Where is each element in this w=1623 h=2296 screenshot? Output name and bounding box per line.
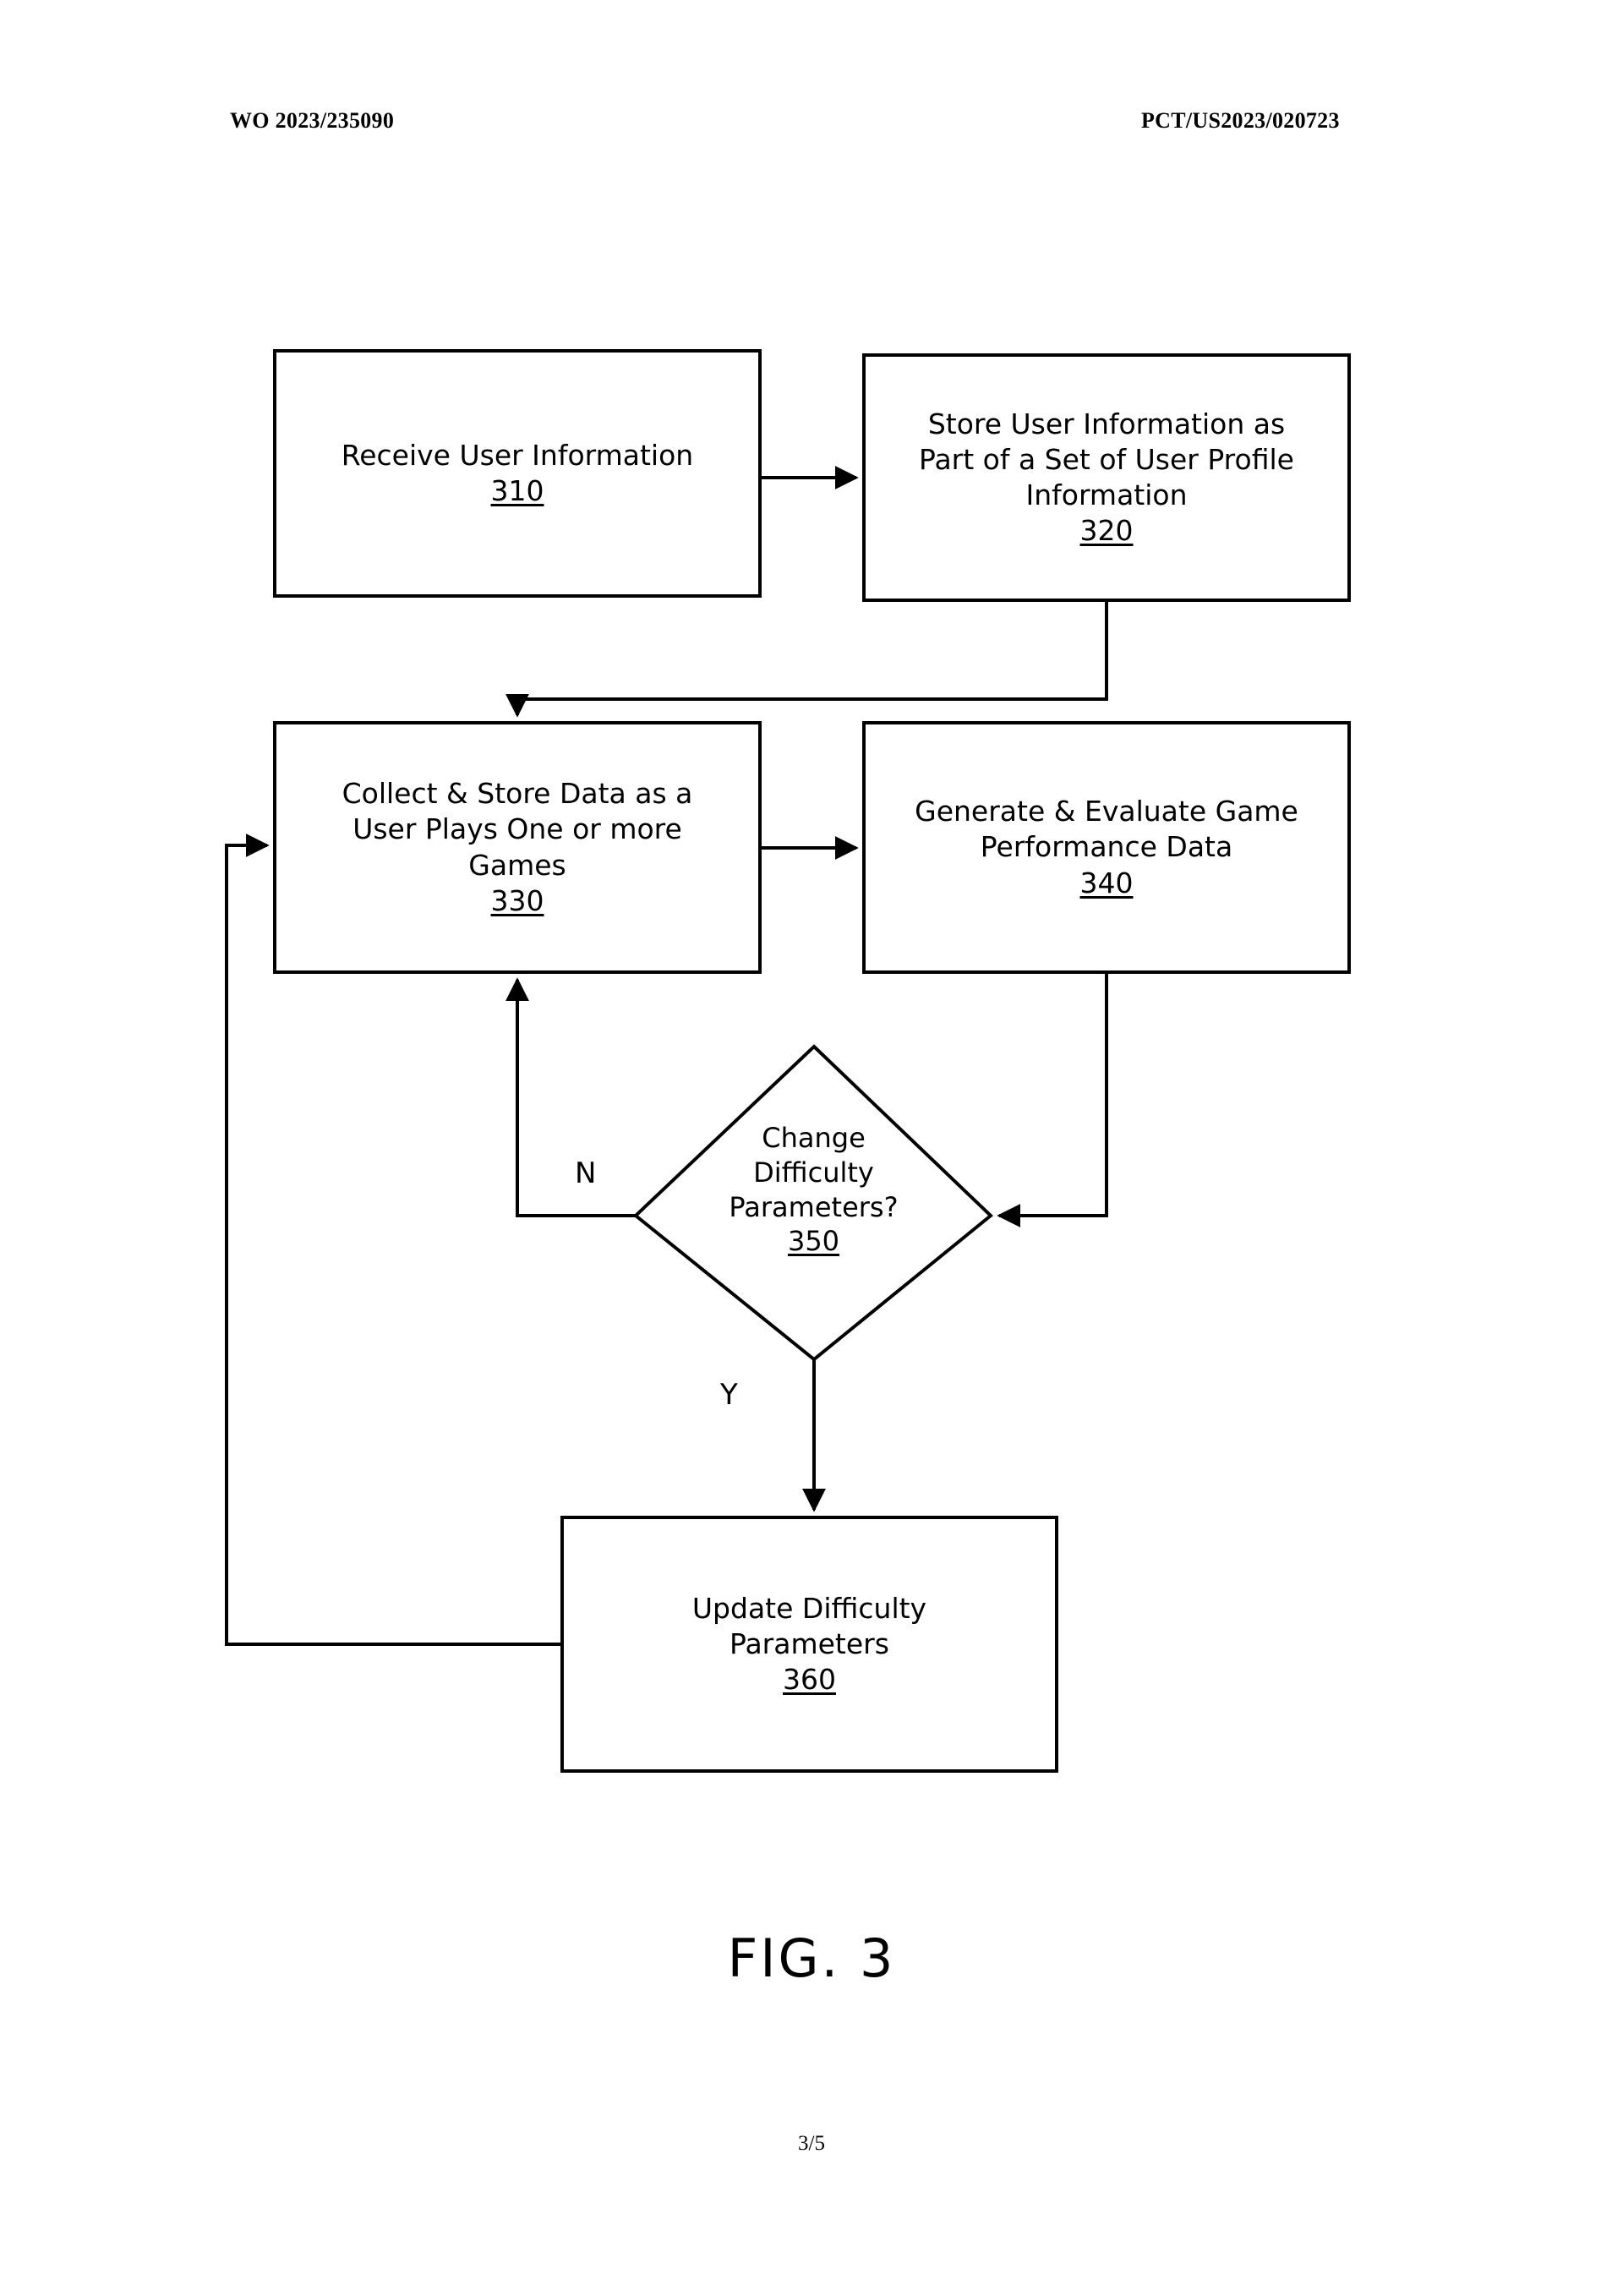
branch-label-no: N bbox=[575, 1156, 597, 1190]
node-box-310 bbox=[273, 349, 762, 598]
node-box-330 bbox=[273, 721, 762, 974]
branch-label-yes: Y bbox=[720, 1378, 738, 1412]
figure-caption: FIG. 3 bbox=[727, 1927, 896, 1989]
edge-340-to-350 bbox=[997, 972, 1108, 1227]
patent-figure-page: WO 2023/235090 PCT/US2023/020723 Receive… bbox=[0, 0, 1623, 2296]
node-box-340 bbox=[862, 721, 1351, 974]
node-box-320 bbox=[862, 353, 1351, 602]
decision-diamond-350 bbox=[632, 1044, 994, 1362]
node-box-360 bbox=[560, 1516, 1058, 1773]
edge-360-to-330 bbox=[225, 834, 562, 1646]
page-number: 3/5 bbox=[798, 2132, 825, 2155]
edge-320-to-330 bbox=[505, 600, 1108, 718]
